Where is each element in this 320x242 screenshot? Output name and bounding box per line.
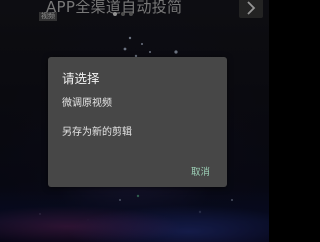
choose-dialog: 请选择 微调原视频 另存为新的剪辑 取消 — [48, 57, 227, 187]
cancel-button[interactable]: 取消 — [191, 164, 210, 178]
dialog-title: 请选择 — [62, 71, 100, 86]
app-screen: APP全渠道自动投简 视频 请选择 微调原视频 另存为新的剪辑 取消 — [0, 0, 269, 242]
option-save-as-new-clip[interactable]: 另存为新的剪辑 — [62, 124, 212, 142]
option-fine-tune-original-video[interactable]: 微调原视频 — [62, 95, 212, 113]
